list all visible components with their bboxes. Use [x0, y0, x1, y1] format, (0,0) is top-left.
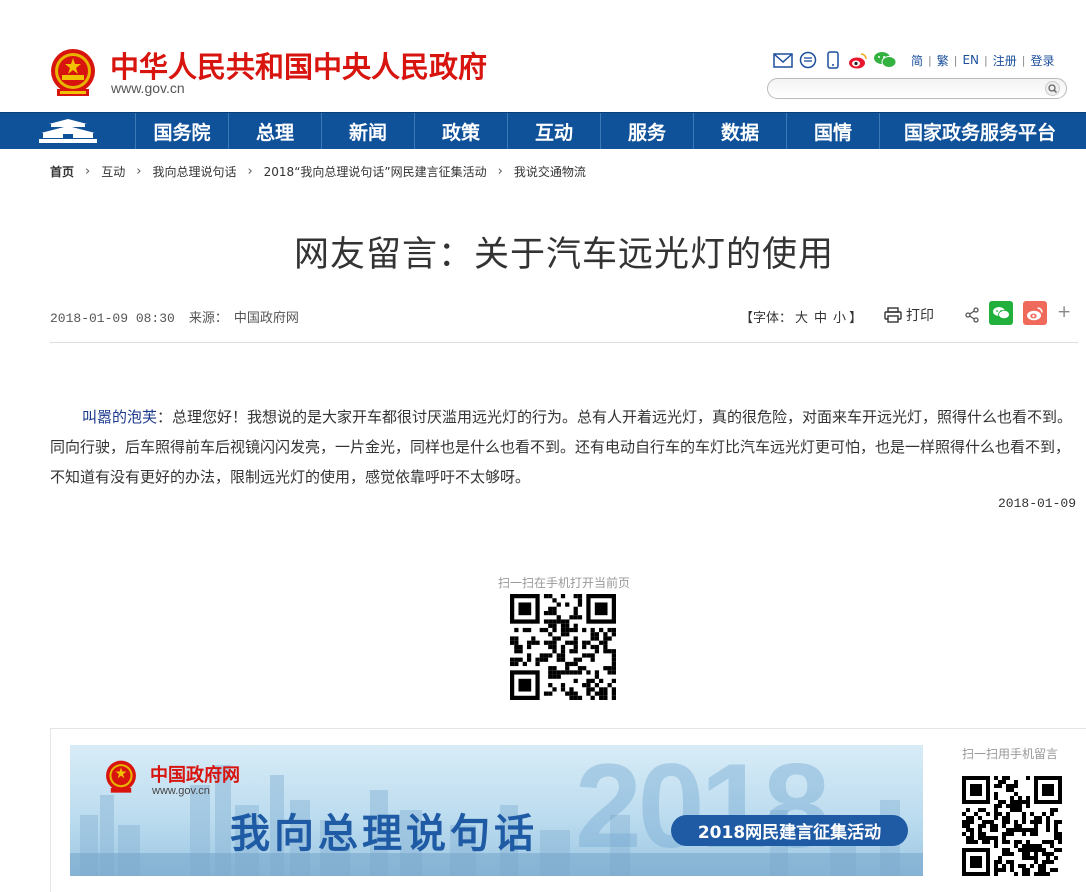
- national-emblem-icon[interactable]: [48, 47, 98, 99]
- nav-item-service-platform[interactable]: 国家政务服务平台: [880, 113, 1080, 149]
- site-header: 中华人民共和国中央人民政府 www.gov.cn 简 | 繁 | EN | 注册 | 登…: [0, 0, 1086, 112]
- mail-icon[interactable]: [773, 51, 793, 69]
- divider: [50, 342, 1078, 343]
- nav-item-policy[interactable]: 政策: [415, 113, 508, 149]
- site-domain: www.gov.cn: [111, 80, 185, 96]
- print-button[interactable]: 打印: [884, 305, 934, 325]
- search-icon[interactable]: [1045, 81, 1060, 96]
- wechat-icon[interactable]: [873, 51, 897, 69]
- register-link[interactable]: 注册: [988, 52, 1022, 69]
- publish-date: 2018-01-09 08:30: [50, 311, 175, 326]
- font-size-small[interactable]: 小: [833, 311, 846, 326]
- nav-item-state-council[interactable]: 国务院: [136, 113, 229, 149]
- message-qr-code: [962, 776, 1062, 876]
- search-input[interactable]: [778, 80, 1048, 100]
- breadcrumb-premier-talk[interactable]: 我向总理说句话: [152, 163, 236, 180]
- english-link[interactable]: EN: [957, 53, 984, 67]
- nav-item-news[interactable]: 新闻: [322, 113, 415, 149]
- banner-slogan: 我向总理说句话: [230, 810, 538, 857]
- article-title: 网友留言：关于汽车远光灯的使用: [293, 235, 834, 275]
- breadcrumb-transport[interactable]: 我说交通物流: [514, 163, 586, 180]
- print-label: 打印: [906, 308, 934, 324]
- breadcrumb-campaign[interactable]: 2018“我向总理说句话”网民建言征集活动: [264, 163, 487, 180]
- font-size-end: 】: [849, 311, 863, 326]
- qr-page-caption: 扫一扫在手机打开当前页: [497, 576, 630, 590]
- nav-item-interaction[interactable]: 互动: [508, 113, 601, 149]
- chevron-right-icon: ›: [247, 164, 253, 179]
- traditional-chinese-link[interactable]: 繁: [932, 52, 954, 69]
- share-wechat-button[interactable]: [989, 301, 1013, 325]
- source-label: 来源：: [188, 311, 228, 326]
- campaign-banner[interactable]: 2018 中国政府网 www.gov.cn 我向总理说句话 2018网民建言征集…: [70, 745, 923, 876]
- chevron-right-icon: ›: [497, 164, 503, 179]
- article-body: 叫嚣的泡芙：总理您好！我想说的是大家开车都很讨厌滥用远光灯的行为。总有人开着远光…: [50, 402, 1080, 492]
- tool-links: 简 | 繁 | EN | 注册 | 登录: [906, 52, 1060, 69]
- qr-message-caption: 扫一扫用手机留言: [962, 747, 1059, 761]
- national-emblem-icon: [106, 760, 136, 793]
- nav-item-data[interactable]: 数据: [694, 113, 787, 149]
- weibo-icon: [1027, 306, 1043, 320]
- chevron-right-icon: ›: [136, 164, 142, 179]
- share-more-plus-icon[interactable]: +: [1057, 302, 1071, 322]
- source-name: 中国政府网: [233, 311, 299, 326]
- nav-home[interactable]: [0, 113, 136, 149]
- share-weibo-button[interactable]: [1023, 301, 1047, 325]
- tiananmen-icon: [38, 119, 97, 143]
- font-size-control: 【字体：大中小】: [740, 307, 862, 326]
- message-icon[interactable]: [798, 51, 818, 69]
- breadcrumb-home[interactable]: 首页: [50, 163, 74, 180]
- simplified-chinese-link[interactable]: 简: [906, 52, 928, 69]
- search-box: [767, 78, 1067, 100]
- font-size-large[interactable]: 大: [795, 311, 808, 326]
- top-tools: 简 | 繁 | EN | 注册 | 登录: [773, 50, 1060, 70]
- breadcrumb: 首页 › 互动 › 我向总理说句话 › 2018“我向总理说句话”网民建言征集活…: [50, 163, 586, 180]
- nav-item-service[interactable]: 服务: [601, 113, 694, 149]
- post-date: 2018-01-09: [998, 496, 1077, 511]
- article-meta: 2018-01-09 08:30 来源： 中国政府网: [50, 307, 299, 326]
- mobile-icon[interactable]: [823, 51, 843, 69]
- login-link[interactable]: 登录: [1025, 52, 1059, 69]
- weibo-icon[interactable]: [848, 51, 868, 69]
- banner-logo-text: 中国政府网: [150, 765, 240, 786]
- font-size-medium[interactable]: 中: [814, 311, 827, 326]
- printer-icon: [884, 307, 902, 323]
- wechat-icon: [993, 307, 1010, 320]
- breadcrumb-interaction[interactable]: 互动: [101, 163, 125, 180]
- nav-item-national-info[interactable]: 国情: [787, 113, 880, 149]
- nav-item-premier[interactable]: 总理: [229, 113, 322, 149]
- main-nav: 国务院 总理 新闻 政策 互动 服务 数据 国情 国家政务服务平台: [0, 112, 1086, 149]
- page-qr-code: [510, 594, 616, 700]
- banner-year: 2018: [575, 745, 830, 873]
- chevron-right-icon: ›: [85, 164, 91, 179]
- share-icon[interactable]: [964, 307, 980, 323]
- font-size-label: 【字体：: [740, 311, 793, 326]
- banner-logo-domain: www.gov.cn: [152, 785, 210, 797]
- banner-campaign-pill: 2018网民建言征集活动: [671, 815, 908, 846]
- author-name[interactable]: 叫嚣的泡芙: [82, 408, 157, 426]
- message-text: ：总理您好！我想说的是大家开车都很讨厌滥用远光灯的行为。总有人开着远光灯，真的很…: [50, 408, 1073, 486]
